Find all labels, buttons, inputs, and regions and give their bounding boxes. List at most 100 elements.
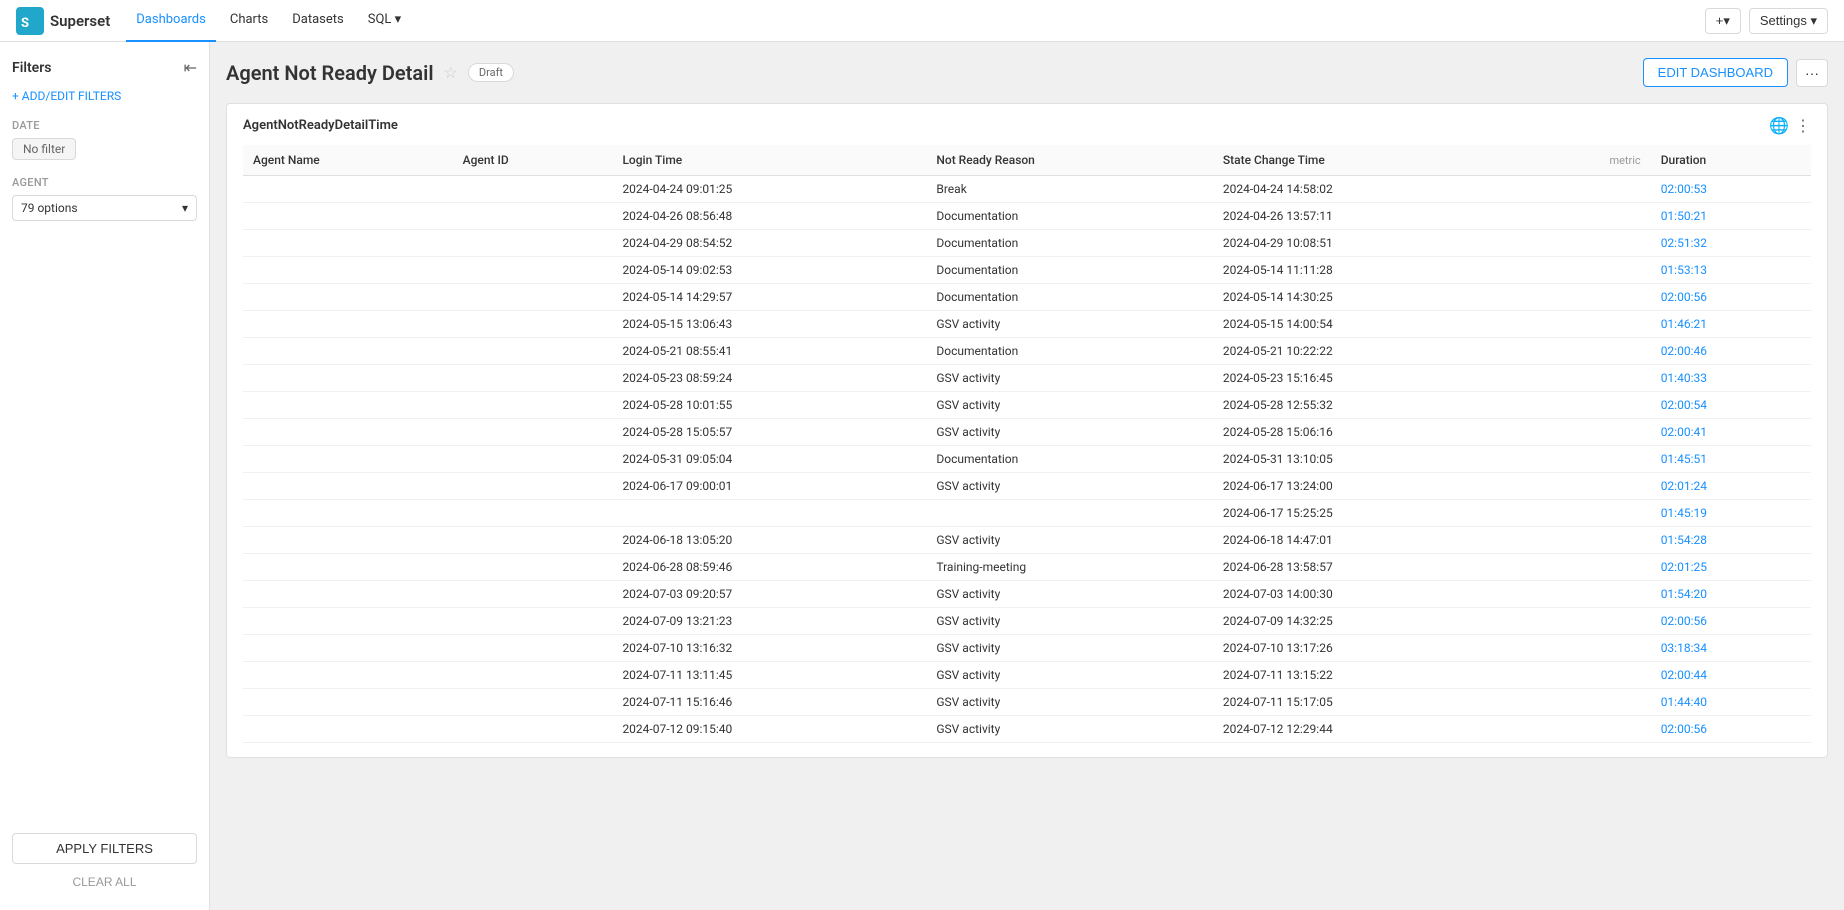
chevron-down-icon: ▾ [182,201,188,215]
cell-duration: 01:53:13 [1651,257,1811,284]
cell-metric [1527,392,1651,419]
collapse-sidebar-button[interactable]: ⇤ [184,58,197,77]
globe-icon[interactable]: 🌐 [1769,116,1789,135]
cell-duration: 01:54:20 [1651,581,1811,608]
cell-not-ready-reason: GSV activity [926,608,1212,635]
cell-agent-name [243,338,453,365]
date-filter-chip[interactable]: No filter [12,138,76,160]
cell-login-time: 2024-07-12 15:23:38 [612,743,926,746]
cell-agent-id [453,554,613,581]
nav-dashboards[interactable]: Dashboards [126,0,216,42]
sidebar: Filters ⇤ + ADD/EDIT FILTERS Date No fil… [0,42,210,910]
cell-metric [1527,554,1651,581]
table-row: 2024-05-21 08:55:41 Documentation 2024-0… [243,338,1811,365]
cell-state-change-time: 2024-06-17 15:25:25 [1213,500,1527,527]
more-chart-options-icon[interactable]: ⋮ [1795,116,1811,135]
agent-filter-section: Agent 79 options ▾ [12,176,197,221]
cell-metric [1527,230,1651,257]
cell-login-time [612,500,926,527]
nav-datasets[interactable]: Datasets [282,0,354,42]
sidebar-title: Filters [12,60,51,76]
cell-duration: 02:00:41 [1651,419,1811,446]
cell-agent-name [243,284,453,311]
col-metric: metric [1527,145,1651,176]
cell-not-ready-reason: Training-meeting [926,554,1212,581]
cell-agent-id [453,608,613,635]
main-content: Agent Not Ready Detail ☆ Draft EDIT DASH… [210,42,1844,910]
cell-state-change-time: 2024-04-29 10:08:51 [1213,230,1527,257]
cell-login-time: 2024-07-11 13:11:45 [612,662,926,689]
cell-metric [1527,608,1651,635]
table-row: 2024-07-10 13:16:32 GSV activity 2024-07… [243,635,1811,662]
cell-agent-id [453,365,613,392]
cell-login-time: 2024-05-21 08:55:41 [612,338,926,365]
cell-not-ready-reason: Documentation [926,446,1212,473]
logo[interactable]: S Superset [16,7,110,35]
cell-not-ready-reason: GSV activity [926,419,1212,446]
nav-charts[interactable]: Charts [220,0,278,42]
table-wrapper: Agent Name Agent ID Login Time Not Ready… [243,145,1811,745]
table-row: 2024-07-03 09:20:57 GSV activity 2024-07… [243,581,1811,608]
add-edit-filters-button[interactable]: + ADD/EDIT FILTERS [12,89,197,103]
cell-agent-id [453,230,613,257]
cell-state-change-time: 2024-07-03 14:00:30 [1213,581,1527,608]
cell-duration: 03:18:34 [1651,635,1811,662]
cell-agent-name [243,446,453,473]
cell-metric [1527,338,1651,365]
cell-agent-id [453,311,613,338]
dashboard-header: Agent Not Ready Detail ☆ Draft EDIT DASH… [226,58,1828,87]
cell-state-change-time: 2024-05-28 12:55:32 [1213,392,1527,419]
col-agent-id: Agent ID [453,145,613,176]
cell-agent-id [453,176,613,203]
cell-agent-name [243,581,453,608]
cell-duration: 02:00:53 [1651,176,1811,203]
table-row: 2024-07-12 15:23:38 GSV activity 2024-07… [243,743,1811,746]
cell-metric [1527,284,1651,311]
chart-panel: AgentNotReadyDetailTime 🌐 ⋮ Agent Name A… [226,103,1828,758]
clear-all-button[interactable]: CLEAR ALL [12,870,197,894]
cell-duration: 02:00:56 [1651,716,1811,743]
cell-login-time: 2024-05-14 14:29:57 [612,284,926,311]
cell-state-change-time: 2024-05-14 11:11:28 [1213,257,1527,284]
cell-metric [1527,635,1651,662]
table-row: 2024-05-28 10:01:55 GSV activity 2024-05… [243,392,1811,419]
cell-agent-id [453,446,613,473]
cell-login-time: 2024-04-26 08:56:48 [612,203,926,230]
cell-duration: 01:46:21 [1651,311,1811,338]
cell-duration: 02:00:56 [1651,608,1811,635]
table-row: 2024-05-15 13:06:43 GSV activity 2024-05… [243,311,1811,338]
chart-panel-header: AgentNotReadyDetailTime 🌐 ⋮ [243,116,1811,135]
cell-login-time: 2024-05-31 09:05:04 [612,446,926,473]
brand-name: Superset [50,12,110,30]
star-icon[interactable]: ☆ [444,63,458,82]
cell-not-ready-reason: GSV activity [926,716,1212,743]
cell-login-time: 2024-06-17 09:00:01 [612,473,926,500]
settings-button[interactable]: Settings ▾ [1749,8,1828,34]
cell-login-time: 2024-05-23 08:59:24 [612,365,926,392]
apply-filters-button[interactable]: APPLY FILTERS [12,833,197,864]
svg-text:S: S [21,16,29,31]
cell-metric [1527,527,1651,554]
cell-login-time: 2024-07-11 15:16:46 [612,689,926,716]
more-options-button[interactable]: ··· [1796,59,1828,87]
cell-state-change-time: 2024-05-21 10:22:22 [1213,338,1527,365]
nav-sql[interactable]: SQL ▾ [358,0,411,42]
table-row: 2024-06-17 15:25:25 01:45:19 [243,500,1811,527]
cell-not-ready-reason: Documentation [926,284,1212,311]
cell-agent-name [243,500,453,527]
add-button[interactable]: +▾ [1705,8,1741,34]
cell-state-change-time: 2024-06-28 13:58:57 [1213,554,1527,581]
date-filter-section: Date No filter [12,119,197,160]
col-state-change-time: State Change Time [1213,145,1527,176]
cell-not-ready-reason: GSV activity [926,743,1212,746]
edit-dashboard-button[interactable]: EDIT DASHBOARD [1643,58,1788,87]
cell-metric [1527,581,1651,608]
cell-state-change-time: 2024-07-10 13:17:26 [1213,635,1527,662]
cell-duration: 02:00:46 [1651,338,1811,365]
agent-filter-select[interactable]: 79 options ▾ [12,195,197,221]
table-header-row: Agent Name Agent ID Login Time Not Ready… [243,145,1811,176]
dashboard-header-right: EDIT DASHBOARD ··· [1643,58,1828,87]
cell-agent-name [243,662,453,689]
table-row: 2024-05-14 14:29:57 Documentation 2024-0… [243,284,1811,311]
cell-metric [1527,257,1651,284]
